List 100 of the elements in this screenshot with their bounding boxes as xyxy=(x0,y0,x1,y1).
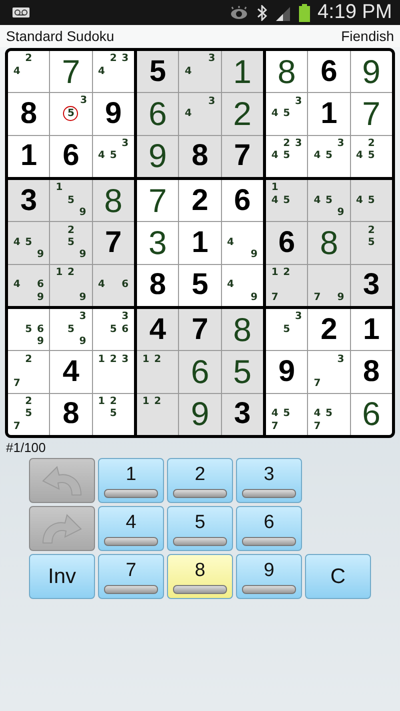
sudoku-cell[interactable]: 4 5 9 xyxy=(8,222,50,264)
sudoku-cell[interactable]: 7 xyxy=(350,93,392,135)
given-digit: 8 xyxy=(362,354,380,389)
sudoku-cell[interactable]: 1 xyxy=(179,222,221,264)
sudoku-cell[interactable]: 1 xyxy=(8,136,50,177)
sudoku-cell[interactable]: 8 xyxy=(266,51,308,92)
sudoku-cell[interactable]: 6 xyxy=(179,351,221,393)
sudoku-cell[interactable]: 8 xyxy=(50,394,92,435)
sudoku-cell[interactable]: 3 5 9 xyxy=(50,309,92,350)
sudoku-cell[interactable]: 3 xyxy=(137,222,178,264)
given-digit: 4 xyxy=(62,354,80,389)
sudoku-cell[interactable]: 8 xyxy=(179,136,221,177)
digit-key[interactable]: 4 xyxy=(98,506,164,551)
sudoku-cell[interactable]: 2 xyxy=(179,180,221,222)
sudoku-cell[interactable]: 9 xyxy=(92,93,134,135)
sudoku-cell[interactable]: 8 xyxy=(137,264,178,306)
sudoku-cell[interactable]: 4 6 9 xyxy=(8,264,50,306)
sudoku-cell[interactable]: 9 xyxy=(137,136,178,177)
digit-key[interactable]: 3 xyxy=(236,458,302,503)
sudoku-cell[interactable]: 7 xyxy=(137,180,178,222)
digit-key[interactable]: 7 xyxy=(98,554,164,599)
sudoku-cell[interactable]: 4 5 xyxy=(350,180,392,222)
sudoku-cell[interactable]: 4 9 xyxy=(222,264,263,306)
digit-key[interactable]: 8 xyxy=(167,554,233,599)
sudoku-cell[interactable]: 2 4 xyxy=(8,51,50,92)
sudoku-cell[interactable]: 2 3 4 5 xyxy=(266,136,308,177)
sudoku-cell[interactable]: 2 3 4 xyxy=(92,51,134,92)
sudoku-cell[interactable]: 7 9 xyxy=(308,264,350,306)
sudoku-cell[interactable]: 3 5 xyxy=(50,93,92,135)
sudoku-cell[interactable]: 2 7 xyxy=(8,351,50,393)
sudoku-cell[interactable]: 3 4 xyxy=(179,93,221,135)
sudoku-cell[interactable]: 9 xyxy=(350,51,392,92)
sudoku-cell[interactable]: 3 4 xyxy=(179,51,221,92)
sudoku-cell[interactable]: 1 2 xyxy=(137,351,178,393)
voicemail-icon xyxy=(12,7,30,18)
sudoku-cell[interactable]: 1 4 5 xyxy=(266,180,308,222)
sudoku-cell[interactable]: 3 xyxy=(8,180,50,222)
sudoku-cell[interactable]: 1 2 9 xyxy=(50,264,92,306)
sudoku-cell[interactable]: 3 xyxy=(222,394,263,435)
candidate-note: 7 xyxy=(270,420,280,433)
sudoku-cell[interactable]: 4 xyxy=(50,351,92,393)
sudoku-cell[interactable]: 6 xyxy=(308,51,350,92)
sudoku-cell[interactable]: 4 5 7 xyxy=(266,394,308,435)
sudoku-cell[interactable]: 1 2 5 xyxy=(92,394,134,435)
sudoku-cell[interactable]: 5 xyxy=(179,264,221,306)
digit-key[interactable]: 5 xyxy=(167,506,233,551)
sudoku-cell[interactable]: 8 xyxy=(92,180,134,222)
keypad-button[interactable]: C xyxy=(305,554,371,599)
sudoku-cell[interactable]: 6 xyxy=(350,394,392,435)
sudoku-cell[interactable]: 1 xyxy=(350,309,392,350)
sudoku-cell[interactable]: 2 xyxy=(308,309,350,350)
sudoku-cell[interactable]: 7 xyxy=(50,51,92,92)
entered-digit: 6 xyxy=(362,395,380,434)
digit-key[interactable]: 9 xyxy=(236,554,302,599)
sudoku-cell[interactable]: 2 4 5 xyxy=(350,136,392,177)
sudoku-cell[interactable]: 5 xyxy=(137,51,178,92)
sudoku-cell[interactable]: 3 5 xyxy=(266,309,308,350)
candidate-note: 2 xyxy=(66,224,76,237)
sudoku-cell[interactable]: 2 5 7 xyxy=(8,394,50,435)
sudoku-cell[interactable]: 7 xyxy=(222,136,263,177)
sudoku-cell[interactable]: 8 xyxy=(8,93,50,135)
digit-key[interactable]: 1 xyxy=(98,458,164,503)
sudoku-cell[interactable]: 1 xyxy=(308,93,350,135)
sudoku-cell[interactable]: 3 xyxy=(350,264,392,306)
sudoku-cell[interactable]: 6 xyxy=(50,136,92,177)
sudoku-cell[interactable]: 7 xyxy=(92,222,134,264)
sudoku-cell[interactable]: 3 4 5 xyxy=(308,136,350,177)
sudoku-cell[interactable]: 6 xyxy=(222,180,263,222)
sudoku-cell[interactable]: 8 xyxy=(308,222,350,264)
sudoku-cell[interactable]: 1 2 7 xyxy=(266,264,308,306)
sudoku-cell[interactable]: 9 xyxy=(266,351,308,393)
sudoku-cell[interactable]: 4 5 9 xyxy=(308,180,350,222)
sudoku-cell[interactable]: 4 6 xyxy=(92,264,134,306)
sudoku-cell[interactable]: 3 4 5 xyxy=(92,136,134,177)
sudoku-cell[interactable]: 9 xyxy=(179,394,221,435)
sudoku-cell[interactable]: 3 7 xyxy=(308,351,350,393)
sudoku-cell[interactable]: 5 xyxy=(222,351,263,393)
sudoku-cell[interactable]: 2 5 9 xyxy=(50,222,92,264)
sudoku-cell[interactable]: 8 xyxy=(350,351,392,393)
keypad-button[interactable]: Inv xyxy=(29,554,95,599)
sudoku-cell[interactable]: 6 xyxy=(137,93,178,135)
sudoku-cell[interactable]: 6 xyxy=(266,222,308,264)
sudoku-cell[interactable]: 4 xyxy=(137,309,178,350)
sudoku-cell[interactable]: 1 2 xyxy=(137,394,178,435)
sudoku-cell[interactable]: 4 5 7 xyxy=(308,394,350,435)
digit-key[interactable]: 6 xyxy=(236,506,302,551)
sudoku-cell[interactable]: 1 5 9 xyxy=(50,180,92,222)
sudoku-cell[interactable]: 3 4 5 xyxy=(266,93,308,135)
digit-key[interactable]: 2 xyxy=(167,458,233,503)
sudoku-cell[interactable]: 3 5 6 xyxy=(92,309,134,350)
sudoku-cell[interactable]: 2 xyxy=(222,93,263,135)
candidate-note: 2 xyxy=(24,53,34,66)
sudoku-cell[interactable]: 5 6 9 xyxy=(8,309,50,350)
sudoku-cell[interactable]: 1 xyxy=(222,51,263,92)
sudoku-cell[interactable]: 2 5 xyxy=(350,222,392,264)
sudoku-cell[interactable]: 7 xyxy=(179,309,221,350)
sudoku-cell[interactable]: 8 xyxy=(222,309,263,350)
candidate-note: 3 xyxy=(120,53,130,66)
sudoku-cell[interactable]: 1 2 3 xyxy=(92,351,134,393)
sudoku-cell[interactable]: 4 9 xyxy=(222,222,263,264)
